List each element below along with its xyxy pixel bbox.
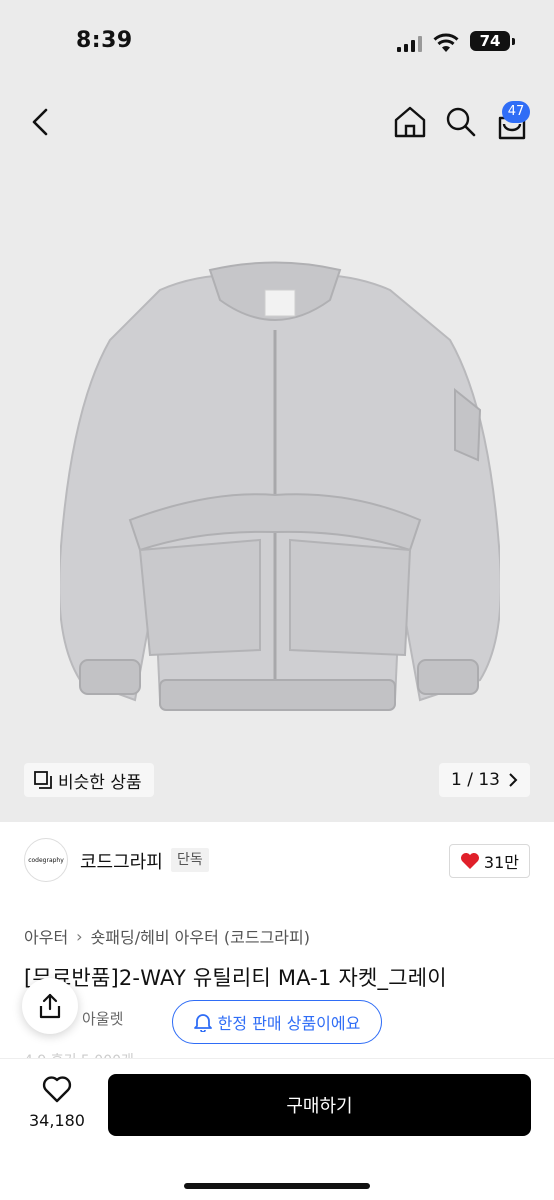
home-indicator (184, 1183, 370, 1189)
battery-tip (512, 38, 515, 45)
status-bar: 8:39 74 (0, 0, 554, 80)
wifi-icon (433, 33, 459, 52)
limited-sale-label: 한정 판매 상품이에요 (217, 1014, 361, 1033)
heart-filled-icon (460, 853, 479, 869)
home-icon[interactable] (392, 102, 428, 142)
breadcrumb: 아우터 › 숏패딩/헤비 아우터 (코드그라피) (24, 924, 310, 948)
cellular-signal-icon (397, 36, 422, 52)
bottom-action-bar: 34,180 구매하기 (0, 1058, 554, 1200)
brand-logo[interactable]: codegraphy (24, 838, 68, 882)
brand-like-button[interactable]: 31만 (448, 844, 530, 878)
product-title: [무료반품]2-WAY 유틸리티 MA-1 자켓_그레이 (24, 966, 447, 990)
chevron-right-icon: › (76, 926, 83, 946)
exclusive-badge: 단독 (171, 848, 209, 872)
outlet-tag: 아울렛 (82, 1010, 124, 1028)
brand-name[interactable]: 코드그라피 (80, 848, 163, 874)
share-icon (39, 993, 61, 1019)
product-image-jacket[interactable] (60, 260, 500, 740)
brand-like-count: 31만 (483, 853, 519, 872)
buy-button[interactable]: 구매하기 (108, 1074, 531, 1136)
similar-items-icon (34, 771, 52, 789)
similar-products-label: 비슷한 상품 (58, 772, 142, 793)
wishlist-count: 34,180 (29, 1111, 85, 1130)
status-time: 8:39 (76, 28, 133, 53)
breadcrumb-level1[interactable]: 아우터 (24, 924, 68, 948)
image-counter-button[interactable]: 1 / 13 (439, 763, 530, 797)
brand-row: codegraphy 코드그라피 단독 31만 (0, 822, 554, 896)
battery-indicator: 74 (470, 31, 510, 51)
image-counter: 1 / 13 (451, 770, 500, 790)
wishlist-button[interactable]: 34,180 (24, 1075, 90, 1145)
share-button[interactable] (22, 978, 78, 1034)
limited-sale-notice[interactable]: 한정 판매 상품이에요 (172, 1000, 382, 1044)
bell-icon (193, 1014, 212, 1032)
heart-outline-icon (42, 1076, 72, 1103)
search-icon[interactable] (443, 102, 479, 142)
breadcrumb-level2[interactable]: 숏패딩/헤비 아우터 (코드그라피) (91, 924, 310, 948)
back-arrow-icon[interactable] (24, 102, 56, 142)
similar-products-button[interactable]: 비슷한 상품 (24, 763, 154, 797)
cart-count-badge: 47 (502, 101, 530, 123)
product-gallery[interactable]: 47 비슷한 상품 1 / 13 (0, 80, 554, 822)
chevron-right-icon (509, 773, 518, 787)
